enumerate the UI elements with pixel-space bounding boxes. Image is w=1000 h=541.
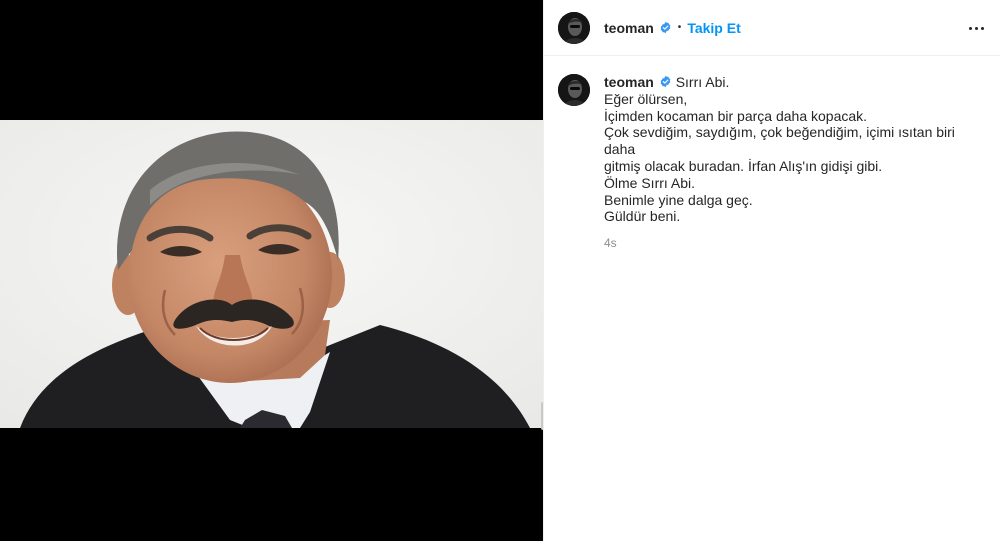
post-photo <box>0 120 543 428</box>
caption-body: teoman Sırrı Abi. Eğer ölürsen, İçimden … <box>604 74 986 252</box>
avatar-image <box>558 74 590 106</box>
caption-line: Benimle yine dalga geç. <box>604 191 753 208</box>
caption-author-avatar[interactable] <box>558 74 590 106</box>
caption-line: gitmiş olacak buradan. İrfan Alış'ın gid… <box>604 157 883 174</box>
post-header: teoman • Takip Et <box>544 0 1000 56</box>
instagram-post: teoman • Takip Et teoman Sırrı Abi. Eğer… <box>0 0 1000 541</box>
caption-line: Çok sevdiğim, saydığım, çok beğendiğim, … <box>604 124 955 158</box>
follow-button[interactable]: Takip Et <box>687 20 740 36</box>
more-options-icon[interactable] <box>965 17 987 39</box>
avatar-image <box>558 11 590 44</box>
post-media[interactable] <box>0 0 543 541</box>
verified-badge-icon <box>659 75 672 88</box>
caption-line: Güldür beni. <box>604 208 681 225</box>
portrait-image <box>0 120 543 428</box>
header-separator: • <box>677 22 682 33</box>
caption-comment: teoman Sırrı Abi. Eğer ölürsen, İçimden … <box>544 56 1000 252</box>
caption-line: Ölme Sırrı Abi. <box>604 174 696 191</box>
author-username[interactable]: teoman <box>604 20 654 36</box>
post-sidebar: teoman • Takip Et teoman Sırrı Abi. Eğer… <box>543 0 1000 541</box>
caption-username[interactable]: teoman <box>604 74 654 90</box>
post-timestamp[interactable]: 4s <box>604 235 986 252</box>
verified-badge-icon <box>659 21 672 34</box>
author-avatar[interactable] <box>558 11 590 44</box>
caption-line: İçimden kocaman bir parça daha kopacak. <box>604 107 868 124</box>
caption-line: Eğer ölürsen, <box>604 90 688 107</box>
caption-first-line: Sırrı Abi. <box>675 74 730 90</box>
